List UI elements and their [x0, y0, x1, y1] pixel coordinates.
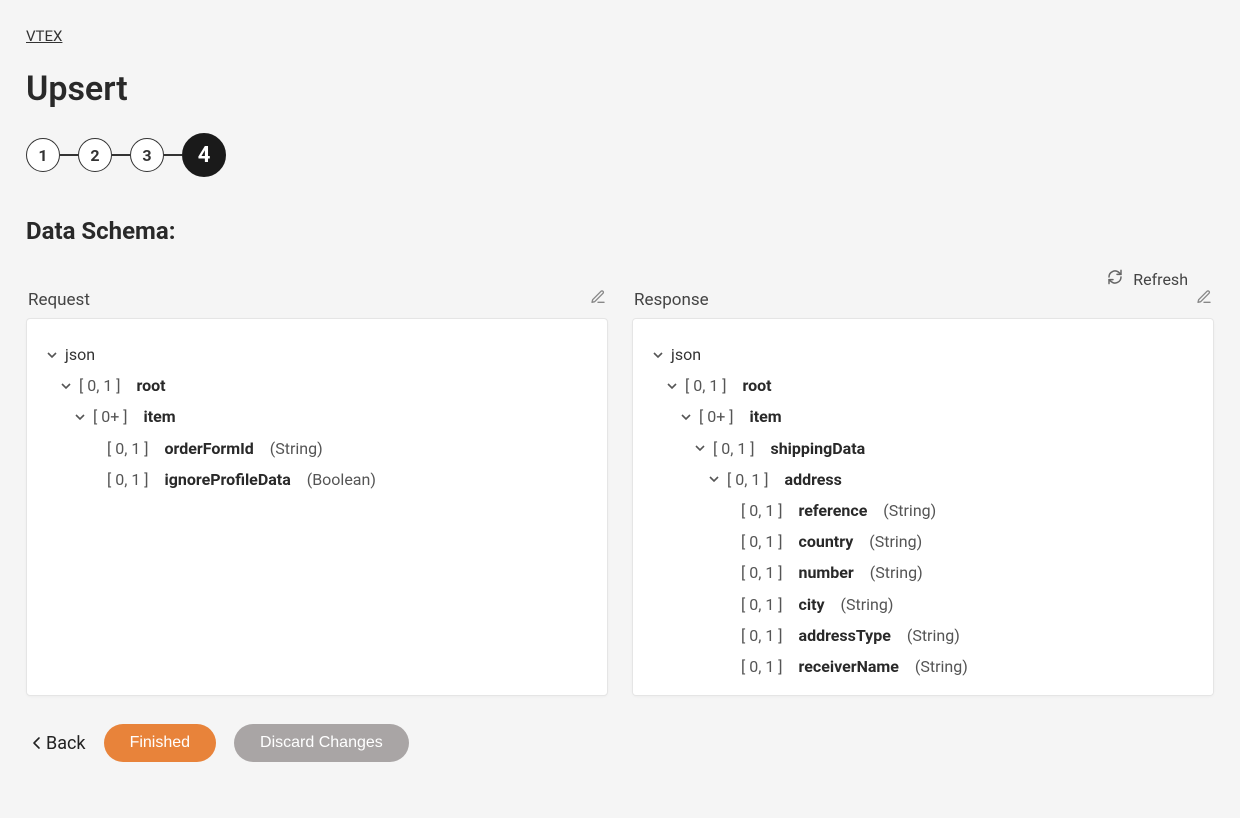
step-4[interactable]: 4	[182, 133, 226, 177]
response-pane: Response json [ 0, 1 ] root	[632, 289, 1214, 696]
stepper: 1 2 3 4	[26, 133, 1214, 177]
page-title: Upsert	[26, 69, 1214, 109]
chevron-down-icon[interactable]	[73, 411, 87, 423]
edit-response-icon[interactable]	[1196, 289, 1212, 310]
section-title: Data Schema:	[26, 217, 1214, 245]
breadcrumb-link[interactable]: VTEX	[26, 27, 62, 45]
tree-leaf[interactable]: [ 0, 1 ] ignoreProfileData (Boolean)	[107, 464, 589, 495]
chevron-down-icon[interactable]	[59, 380, 73, 392]
tree-leaf[interactable]: [ 0, 1 ] country (String)	[741, 526, 1195, 557]
chevron-down-icon[interactable]	[651, 349, 665, 361]
step-2[interactable]: 2	[78, 138, 112, 172]
step-connector	[164, 154, 182, 156]
tree-leaf[interactable]: [ 0, 1 ] reference (String)	[741, 495, 1195, 526]
finished-button[interactable]: Finished	[104, 724, 216, 762]
edit-request-icon[interactable]	[590, 289, 606, 310]
chevron-down-icon[interactable]	[665, 380, 679, 392]
step-connector	[60, 154, 78, 156]
tree-field-name: item	[143, 401, 175, 432]
chevron-down-icon[interactable]	[45, 349, 59, 361]
chevron-down-icon[interactable]	[707, 473, 721, 485]
tree-root-label: json	[65, 339, 95, 370]
tree-leaf[interactable]: [ 0, 1 ] number (String)	[741, 557, 1195, 588]
tree-root-label: json	[671, 339, 701, 370]
tree-leaf[interactable]: [ 0, 1 ] city (String)	[741, 589, 1195, 620]
step-connector	[112, 154, 130, 156]
response-box: json [ 0, 1 ] root [ 0+ ] item	[632, 318, 1214, 696]
refresh-icon	[1107, 269, 1123, 289]
step-3[interactable]: 3	[130, 138, 164, 172]
tree-cardinality: [ 0+ ]	[93, 401, 128, 432]
tree-leaf[interactable]: [ 0, 1 ] receiverName (String)	[741, 651, 1195, 682]
chevron-down-icon[interactable]	[693, 442, 707, 454]
chevron-left-icon	[32, 736, 42, 750]
refresh-button[interactable]: Refresh	[26, 269, 1214, 289]
back-label: Back	[46, 733, 86, 754]
tree-cardinality: [ 0, 1 ]	[79, 370, 121, 401]
chevron-down-icon[interactable]	[679, 411, 693, 423]
response-title: Response	[634, 290, 709, 310]
footer: Back Finished Discard Changes	[26, 724, 1214, 762]
discard-changes-button[interactable]: Discard Changes	[234, 724, 409, 762]
back-button[interactable]: Back	[32, 733, 86, 754]
request-pane: Request json [ 0, 1 ] root	[26, 289, 608, 696]
tree-leaf[interactable]: [ 0, 1 ] orderFormId (String)	[107, 433, 589, 464]
refresh-label: Refresh	[1133, 270, 1188, 289]
tree-leaf[interactable]: [ 0, 1 ] addressType (String)	[741, 620, 1195, 651]
request-title: Request	[28, 290, 90, 310]
request-box: json [ 0, 1 ] root [ 0+ ] item	[26, 318, 608, 696]
tree-field-name: root	[137, 370, 166, 401]
step-1[interactable]: 1	[26, 138, 60, 172]
